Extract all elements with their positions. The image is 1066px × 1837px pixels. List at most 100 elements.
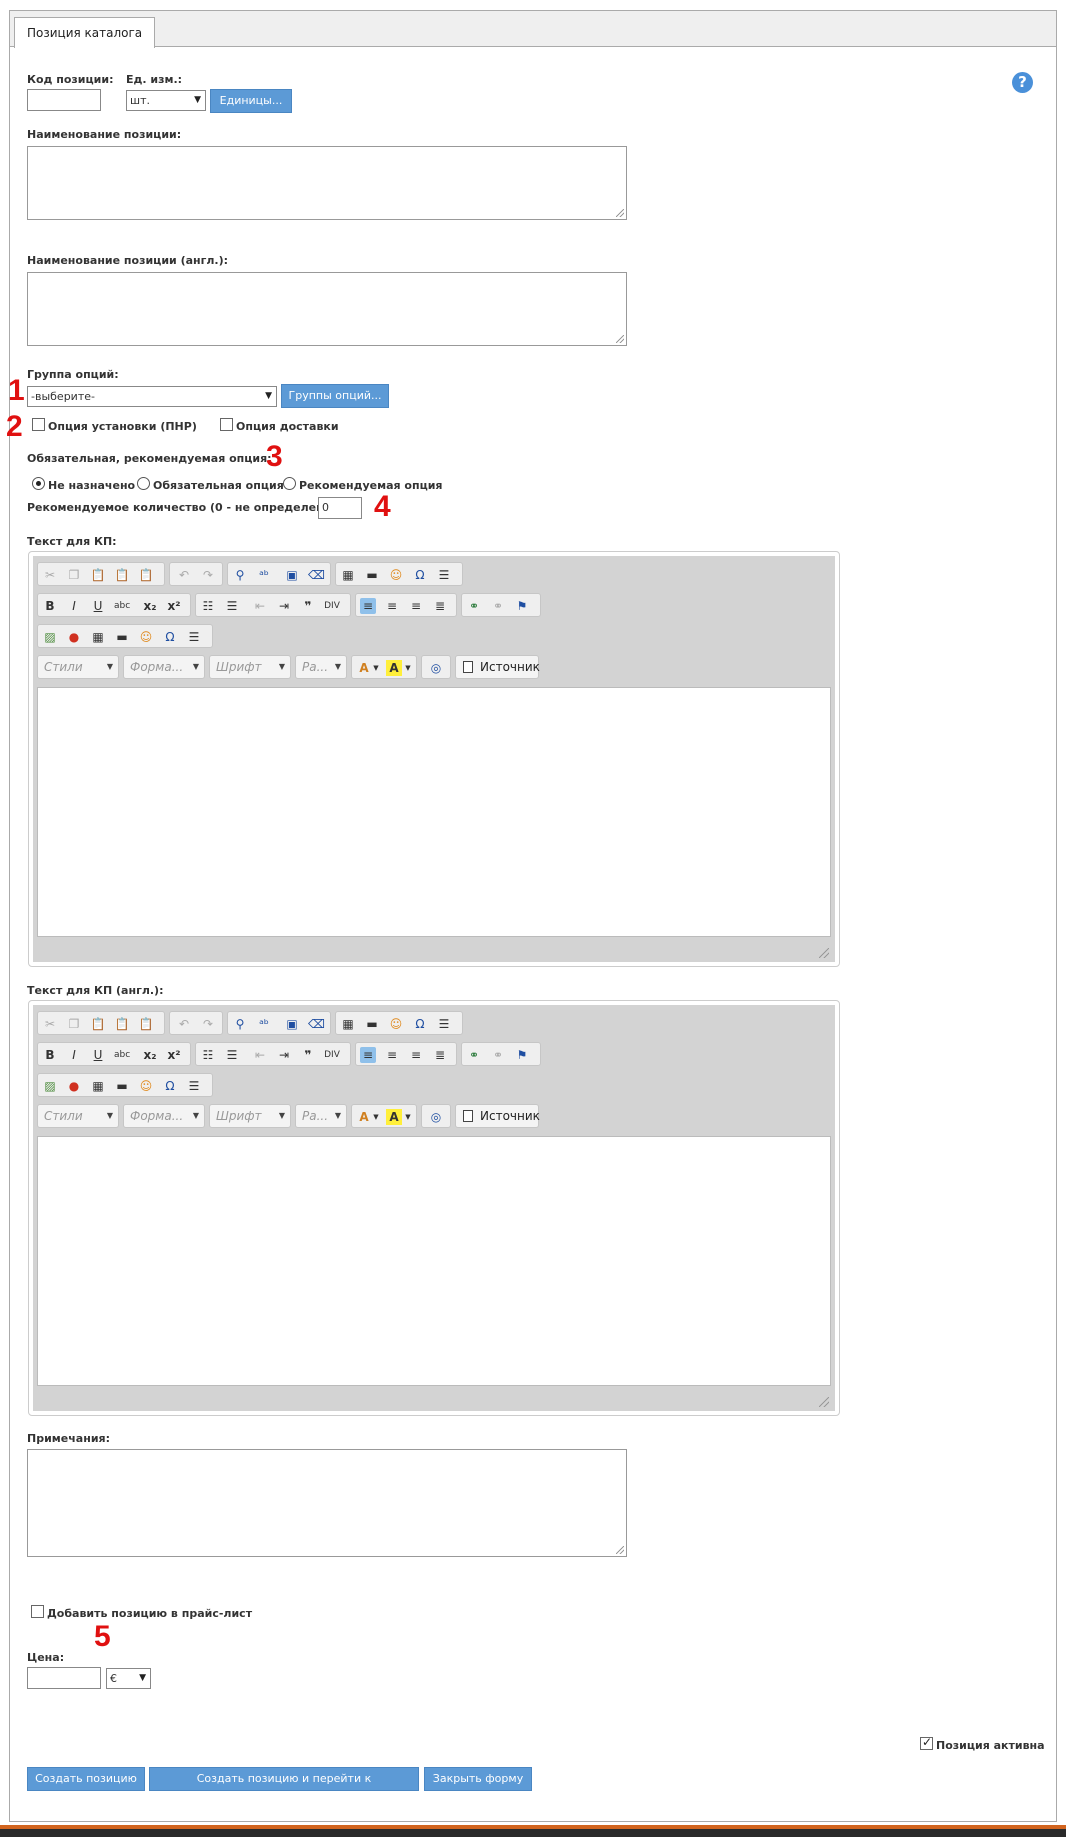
italic-icon[interactable]: I (66, 598, 82, 614)
paste-text-icon[interactable]: 📋 (114, 1016, 130, 1032)
replace-icon[interactable]: ᵃᵇ (256, 1016, 272, 1032)
numbered-list-icon[interactable]: ☷ (200, 598, 216, 614)
outdent-icon[interactable]: ⇤ (252, 1047, 268, 1063)
paste-text-icon[interactable]: 📋 (114, 567, 130, 583)
create-and-edit-button[interactable]: Создать позицию и перейти к редактирован… (149, 1767, 419, 1807)
resize-grip-icon[interactable] (616, 1546, 624, 1554)
select-all-icon[interactable]: ▣ (284, 1016, 300, 1032)
maximize-icon[interactable]: ◎ (428, 660, 444, 676)
indent-icon[interactable]: ⇥ (276, 598, 292, 614)
link-icon[interactable]: ⚭ (466, 598, 482, 614)
table-icon[interactable]: ▦ (340, 1016, 356, 1032)
table-icon[interactable]: ▦ (340, 567, 356, 583)
underline-icon[interactable]: U (90, 1047, 106, 1063)
active-checkbox[interactable] (920, 1735, 933, 1750)
maximize-icon[interactable]: ◎ (428, 1109, 444, 1125)
kp-text-edit-area[interactable] (37, 687, 831, 937)
font-combo[interactable]: Шрифт ▼ (209, 655, 291, 679)
price-input[interactable] (27, 1667, 101, 1689)
paste-icon[interactable]: 📋 (90, 1016, 106, 1032)
smiley-icon[interactable]: ☺ (388, 1016, 404, 1032)
subscript-icon[interactable]: x₂ (142, 1047, 158, 1063)
special-char-icon[interactable]: Ω (412, 1016, 428, 1032)
page-break-icon[interactable]: ☰ (436, 1016, 452, 1032)
radio-not-assigned[interactable] (32, 477, 45, 490)
anchor-icon[interactable]: ⚑ (514, 1047, 530, 1063)
bulleted-list-icon[interactable]: ☰ (224, 1047, 240, 1063)
remove-format-icon[interactable]: ⌫ (308, 567, 325, 583)
div-icon[interactable]: DIV (324, 1047, 340, 1063)
image-icon[interactable]: ▨ (42, 1078, 58, 1094)
bulleted-list-icon[interactable]: ☰ (224, 598, 240, 614)
radio-recommended[interactable] (283, 477, 296, 490)
page-break-icon[interactable]: ☰ (186, 629, 202, 645)
special-char-icon[interactable]: Ω (162, 1078, 178, 1094)
name-en-textarea[interactable] (27, 272, 627, 346)
outdent-icon[interactable]: ⇤ (252, 598, 268, 614)
flash-icon[interactable]: ● (66, 629, 82, 645)
anchor-icon[interactable]: ⚑ (514, 598, 530, 614)
align-center-icon[interactable]: ≡ (384, 1047, 400, 1063)
image-icon[interactable]: ▨ (42, 629, 58, 645)
replace-icon[interactable]: ᵃᵇ (256, 567, 272, 583)
smiley-icon[interactable]: ☺ (138, 1078, 154, 1094)
format-combo[interactable]: Форма... ▼ (123, 1104, 205, 1128)
blockquote-icon[interactable]: ❞ (300, 598, 316, 614)
currency-select[interactable]: € ▼ (106, 1668, 151, 1689)
unit-select[interactable]: шт. ▼ (126, 90, 206, 111)
undo-icon[interactable]: ↶ (176, 567, 192, 583)
resize-grip-icon[interactable] (616, 335, 624, 343)
special-char-icon[interactable]: Ω (412, 567, 428, 583)
unlink-icon[interactable]: ⚭ (490, 1047, 506, 1063)
special-char-icon[interactable]: Ω (162, 629, 178, 645)
align-left-icon[interactable]: ≡ (360, 598, 376, 614)
pricelist-checkbox[interactable] (31, 1605, 44, 1618)
align-left-icon[interactable]: ≡ (360, 1047, 376, 1063)
close-form-button[interactable]: Закрыть форму (424, 1767, 532, 1791)
find-icon[interactable]: ⚲ (232, 567, 248, 583)
justify-icon[interactable]: ≣ (432, 598, 448, 614)
code-input[interactable] (27, 89, 101, 111)
copy-icon[interactable]: ❐ (66, 567, 82, 583)
bold-icon[interactable]: B (42, 1047, 58, 1063)
paste-icon[interactable]: 📋 (90, 567, 106, 583)
source-button[interactable]: Источник (455, 1104, 540, 1128)
horizontal-rule-icon[interactable]: ▬ (364, 1016, 380, 1032)
horizontal-rule-icon[interactable]: ▬ (364, 567, 380, 583)
smiley-icon[interactable]: ☺ (138, 629, 154, 645)
align-center-icon[interactable]: ≡ (384, 598, 400, 614)
unlink-icon[interactable]: ⚭ (490, 598, 506, 614)
table-icon[interactable]: ▦ (90, 1078, 106, 1094)
underline-icon[interactable]: U (90, 598, 106, 614)
link-icon[interactable]: ⚭ (466, 1047, 482, 1063)
horizontal-rule-icon[interactable]: ▬ (114, 629, 130, 645)
redo-icon[interactable]: ↷ (200, 567, 216, 583)
cut-icon[interactable]: ✂ (42, 567, 58, 583)
undo-icon[interactable]: ↶ (176, 1016, 192, 1032)
table-icon[interactable]: ▦ (90, 629, 106, 645)
install-option-checkbox[interactable] (32, 418, 45, 431)
flash-icon[interactable]: ● (66, 1078, 82, 1094)
superscript-icon[interactable]: x² (166, 1047, 182, 1063)
cut-icon[interactable]: ✂ (42, 1016, 58, 1032)
bold-icon[interactable]: B (42, 598, 58, 614)
page-break-icon[interactable]: ☰ (436, 567, 452, 583)
tab-catalog-item[interactable]: Позиция каталога (14, 17, 156, 48)
paste-word-icon[interactable]: 📋 (138, 1016, 154, 1032)
strike-icon[interactable]: abc (114, 1047, 130, 1063)
option-groups-button[interactable]: Группы опций... (281, 384, 389, 408)
superscript-icon[interactable]: x² (166, 598, 182, 614)
create-button[interactable]: Создать позицию (27, 1767, 145, 1791)
justify-icon[interactable]: ≣ (432, 1047, 448, 1063)
qty-input[interactable]: 0 (318, 497, 362, 519)
select-all-icon[interactable]: ▣ (284, 567, 300, 583)
size-combo[interactable]: Ра... ▼ (295, 1104, 347, 1128)
copy-icon[interactable]: ❐ (66, 1016, 82, 1032)
size-combo[interactable]: Ра... ▼ (295, 655, 347, 679)
italic-icon[interactable]: I (66, 1047, 82, 1063)
div-icon[interactable]: DIV (324, 598, 340, 614)
numbered-list-icon[interactable]: ☷ (200, 1047, 216, 1063)
remove-format-icon[interactable]: ⌫ (308, 1016, 325, 1032)
find-icon[interactable]: ⚲ (232, 1016, 248, 1032)
align-right-icon[interactable]: ≡ (408, 1047, 424, 1063)
